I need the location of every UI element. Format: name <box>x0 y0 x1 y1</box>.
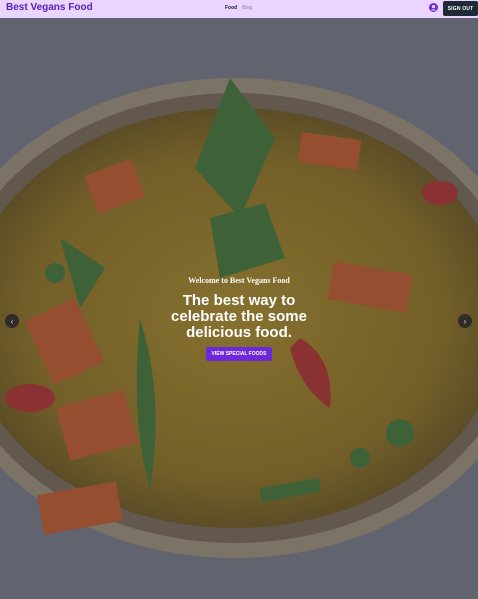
navbar: Best Vegans Food Food Blog SIGN OUT <box>0 0 478 18</box>
hero-headline: The best way to celebrate the some delic… <box>0 293 478 341</box>
hero-welcome: Welcome to Best Vegans Food <box>188 276 290 285</box>
headline-line-2: celebrate the some <box>171 308 307 325</box>
user-circle-icon[interactable] <box>429 3 438 12</box>
nav-links: Food Blog <box>225 5 252 11</box>
hero-caption: Welcome to Best Vegans Food The best way… <box>0 276 478 361</box>
brand-logo[interactable]: Best Vegans Food <box>6 2 93 13</box>
nav-link-food[interactable]: Food <box>225 5 237 11</box>
headline-line-1: The best way to <box>182 292 296 309</box>
headline-line-3: delicious food. <box>186 324 292 341</box>
sign-out-button[interactable]: SIGN OUT <box>443 1 478 16</box>
view-special-foods-button[interactable]: VIEW SPECIAL FOODS <box>205 347 273 361</box>
hero-carousel: ‹ › Welcome to Best Vegans Food The best… <box>0 18 478 599</box>
nav-link-blog[interactable]: Blog <box>242 5 252 11</box>
